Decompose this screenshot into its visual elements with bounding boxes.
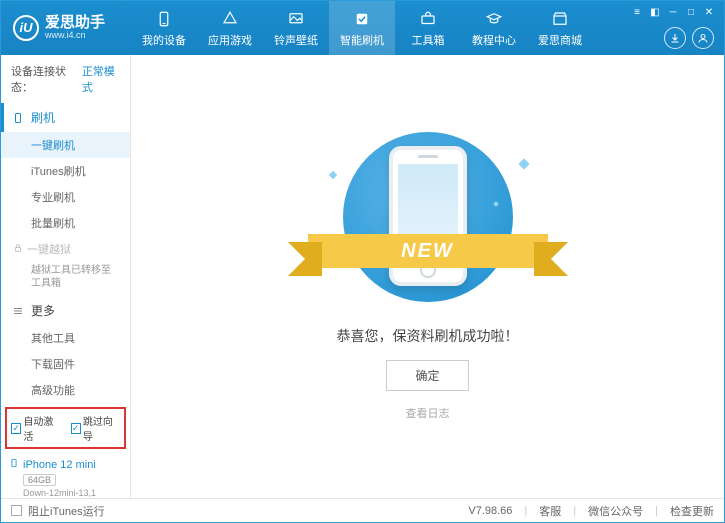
jailbreak-note: 越狱工具已转移至工具箱 (1, 262, 130, 296)
nav-ringtones[interactable]: 铃声壁纸 (263, 1, 329, 55)
sidebar-section-flash[interactable]: 刷机 (1, 103, 130, 132)
device-icon (154, 9, 174, 29)
success-illustration: NEW (318, 132, 538, 312)
device-storage-badge: 64GB (23, 474, 56, 486)
section-label: 刷机 (31, 109, 55, 126)
close-icon[interactable]: ✕ (702, 5, 716, 19)
graduation-icon (484, 9, 504, 29)
window-controls: ≡ ◧ ─ □ ✕ (630, 5, 716, 19)
apps-icon (220, 9, 240, 29)
update-link[interactable]: 检查更新 (670, 503, 714, 519)
main-content: NEW 恭喜您，保资料刷机成功啦！ 确定 查看日志 (131, 55, 724, 498)
checkmark-icon: ✓ (71, 423, 81, 434)
lock-icon (13, 243, 23, 256)
app-title: 爱思助手 (45, 15, 105, 32)
more-icon (11, 304, 25, 318)
nav-tutorials[interactable]: 教程中心 (461, 1, 527, 55)
wechat-link[interactable]: 微信公众号 (588, 503, 643, 519)
sidebar-item-oneclick-flash[interactable]: 一键刷机 (1, 132, 130, 158)
success-message: 恭喜您，保资料刷机成功啦！ (337, 326, 519, 346)
version-label: V7.98.66 (468, 505, 512, 517)
user-button[interactable] (692, 27, 714, 49)
phone-icon (11, 111, 25, 125)
sidebar-item-jailbreak: 一键越狱 (1, 236, 130, 262)
nav-label: 铃声壁纸 (274, 32, 318, 48)
header-bar: iU 爱思助手 www.i4.cn 我的设备 应用游戏 铃声壁纸 智能刷机 (1, 1, 724, 55)
device-panel[interactable]: iPhone 12 mini 64GB Down-12mini-13,1 (1, 453, 130, 502)
nav-toolbox[interactable]: 工具箱 (395, 1, 461, 55)
minimize-icon[interactable]: ─ (666, 5, 680, 19)
sidebar-item-pro-flash[interactable]: 专业刷机 (1, 184, 130, 210)
nav-label: 智能刷机 (340, 32, 384, 48)
sidebar-item-other-tools[interactable]: 其他工具 (1, 325, 130, 351)
footer-bar: 阻止iTunes运行 V7.98.66 | 客服 | 微信公众号 | 检查更新 (1, 498, 724, 522)
device-model: Down-12mini-13,1 (23, 488, 122, 498)
nav-my-device[interactable]: 我的设备 (131, 1, 197, 55)
block-itunes-label: 阻止iTunes运行 (28, 503, 105, 519)
flash-icon (352, 9, 372, 29)
app-logo: iU 爱思助手 www.i4.cn (1, 15, 131, 41)
nav-label: 工具箱 (412, 32, 445, 48)
phone-small-icon (9, 457, 19, 472)
nav-apps-games[interactable]: 应用游戏 (197, 1, 263, 55)
app-window: iU 爱思助手 www.i4.cn 我的设备 应用游戏 铃声壁纸 智能刷机 (0, 0, 725, 523)
logo-badge-icon: iU (13, 15, 39, 41)
maximize-icon[interactable]: □ (684, 5, 698, 19)
main-nav: 我的设备 应用游戏 铃声壁纸 智能刷机 工具箱 教程中心 (131, 1, 593, 55)
sidebar-item-batch-flash[interactable]: 批量刷机 (1, 210, 130, 236)
service-link[interactable]: 客服 (539, 503, 561, 519)
checkmark-icon: ✓ (11, 423, 21, 434)
checkbox-skip-guide[interactable]: ✓ 跳过向导 (71, 413, 121, 443)
section-label: 更多 (31, 302, 55, 319)
app-subtitle: www.i4.cn (45, 31, 105, 41)
sidebar: 设备连接状态： 正常模式 刷机 一键刷机 iTunes刷机 专业刷机 批量刷机 … (1, 55, 131, 498)
sidebar-item-advanced[interactable]: 高级功能 (1, 377, 130, 403)
sidebar-item-download-firmware[interactable]: 下载固件 (1, 351, 130, 377)
ribbon-text: NEW (308, 234, 548, 268)
jailbreak-label: 一键越狱 (27, 241, 71, 257)
nav-store[interactable]: 爱思商城 (527, 1, 593, 55)
toolbox-icon (418, 9, 438, 29)
device-name-label: iPhone 12 mini (23, 459, 96, 471)
connection-status: 设备连接状态： 正常模式 (1, 55, 130, 103)
ok-button[interactable]: 确定 (386, 360, 468, 391)
sidebar-section-more[interactable]: 更多 (1, 296, 130, 325)
wallpaper-icon (286, 9, 306, 29)
skin-icon[interactable]: ◧ (648, 5, 662, 19)
status-value: 正常模式 (82, 63, 120, 95)
menu-icon[interactable]: ≡ (630, 5, 644, 19)
options-box: ✓ 自动激活 ✓ 跳过向导 (5, 407, 126, 449)
nav-label: 教程中心 (472, 32, 516, 48)
checkbox-auto-activate[interactable]: ✓ 自动激活 (11, 413, 61, 443)
status-label: 设备连接状态： (11, 63, 78, 95)
view-log-link[interactable]: 查看日志 (406, 405, 450, 421)
nav-label: 爱思商城 (538, 32, 582, 48)
store-icon (550, 9, 570, 29)
checkbox-block-itunes[interactable] (11, 505, 22, 516)
nav-smart-flash[interactable]: 智能刷机 (329, 1, 395, 55)
checkbox-label: 自动激活 (23, 413, 60, 443)
download-button[interactable] (664, 27, 686, 49)
sidebar-item-itunes-flash[interactable]: iTunes刷机 (1, 158, 130, 184)
nav-label: 我的设备 (142, 32, 186, 48)
nav-label: 应用游戏 (208, 32, 252, 48)
checkbox-label: 跳过向导 (83, 413, 120, 443)
new-ribbon-icon: NEW (308, 230, 548, 272)
